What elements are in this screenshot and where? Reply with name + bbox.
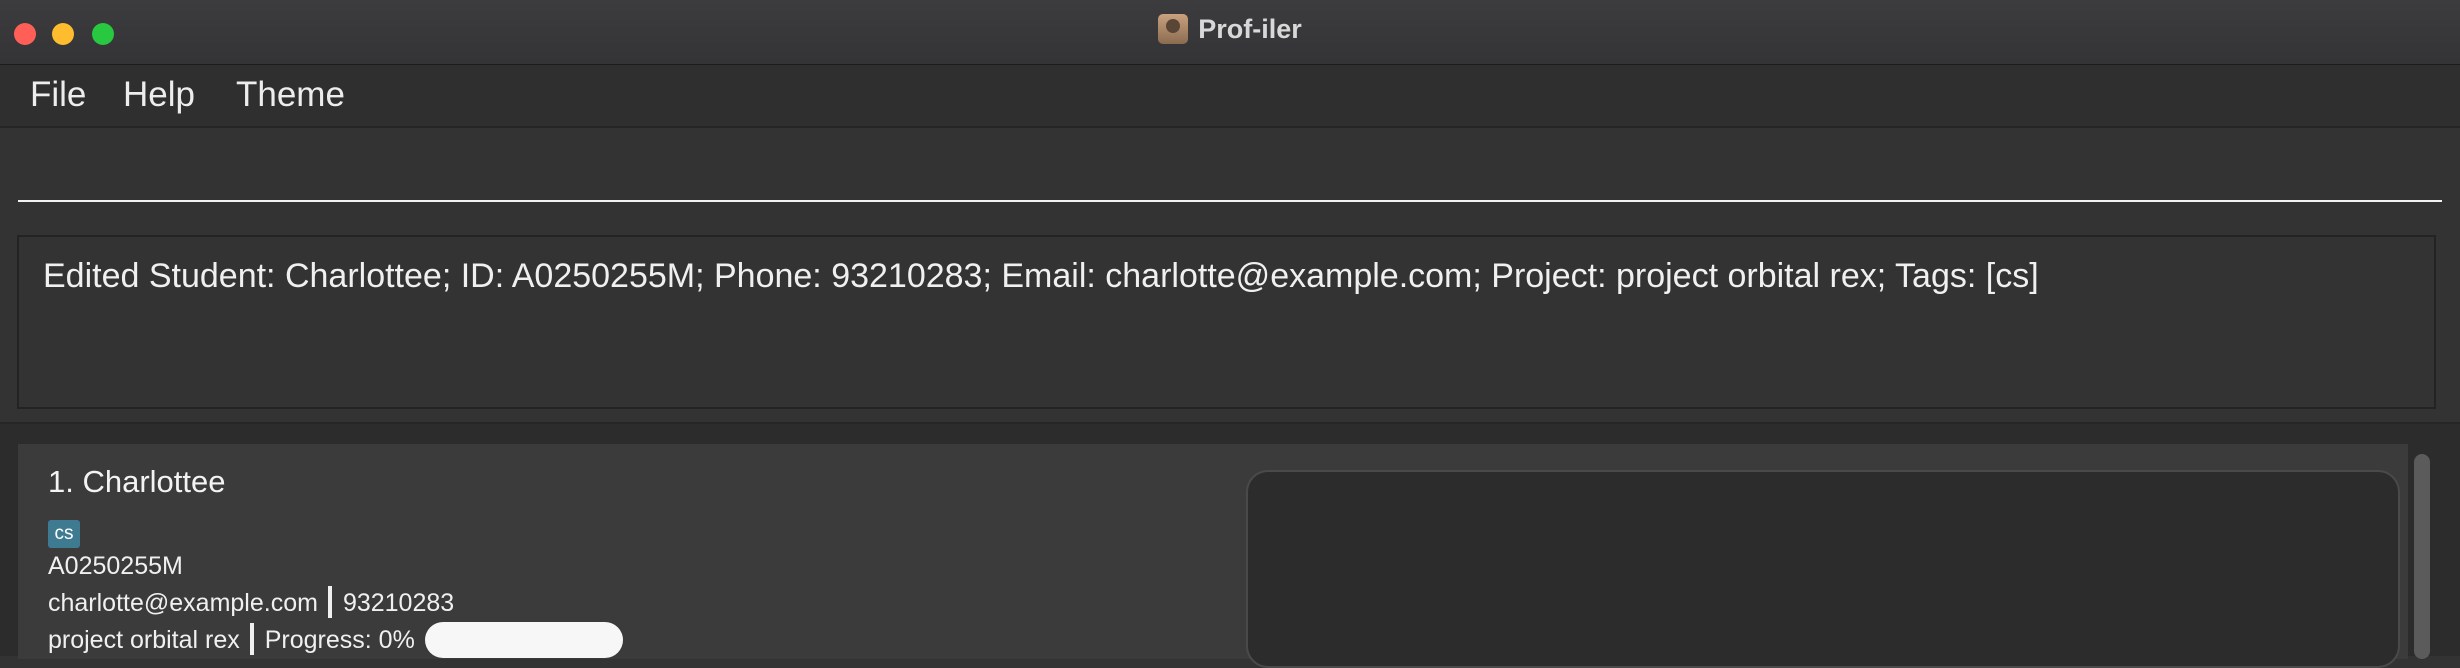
student-email: charlotte@example.com — [48, 589, 318, 617]
student-name: 1. Charlottee — [48, 464, 226, 499]
app-icon — [1158, 14, 1189, 44]
student-phone: 93210283 — [342, 589, 455, 617]
window-title-group: Prof-iler — [0, 14, 2460, 45]
tag-badge: cs — [48, 520, 80, 548]
student-id: A0250255M — [48, 552, 183, 580]
remark-box[interactable] — [1246, 470, 2400, 668]
menu-help[interactable]: Help — [123, 75, 195, 115]
project-line: project orbital rex Progress: 0% — [48, 622, 623, 658]
divider — [249, 623, 254, 655]
student-card[interactable]: 1. Charlottee cs A0250255M charlotte@exa… — [18, 444, 2408, 668]
student-list[interactable]: 1. Charlottee cs A0250255M charlotte@exa… — [0, 424, 2460, 668]
progress-bar — [424, 622, 623, 658]
result-display[interactable]: Edited Student: Charlottee; ID: A0250255… — [17, 235, 2436, 409]
contact-line: charlotte@example.com 93210283 — [48, 586, 454, 618]
title-bar: Prof-iler — [0, 0, 2460, 65]
command-input[interactable] — [18, 148, 2442, 202]
result-display-area: Edited Student: Charlottee; ID: A0250255… — [0, 226, 2460, 426]
student-project: project orbital rex — [48, 626, 240, 654]
menu-theme[interactable]: Theme — [236, 75, 345, 115]
menu-bar: File Help Theme — [0, 65, 2460, 128]
menu-file[interactable]: File — [30, 75, 86, 115]
window-title: Prof-iler — [1198, 14, 1302, 44]
divider — [327, 586, 332, 618]
command-box-area — [0, 128, 2460, 226]
list-scrollbar[interactable] — [2414, 454, 2430, 659]
progress-label: Progress: 0% — [264, 626, 415, 654]
